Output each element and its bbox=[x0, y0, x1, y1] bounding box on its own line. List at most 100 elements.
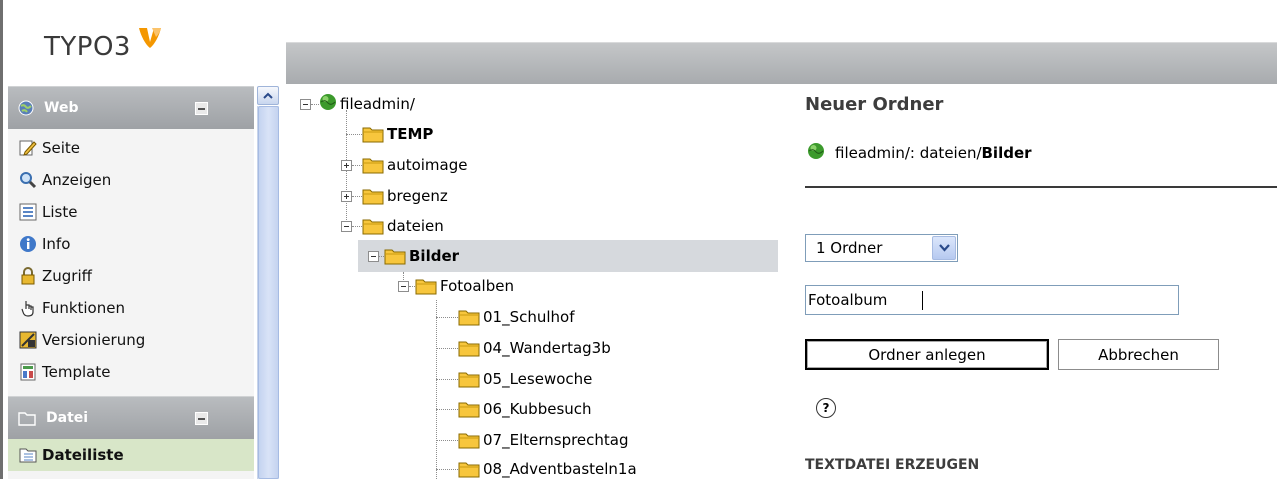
folder-icon bbox=[362, 125, 384, 143]
tree-node-01-schulhof[interactable]: 01_Schulhof bbox=[436, 301, 575, 333]
module-group-datei[interactable]: Datei bbox=[8, 396, 254, 439]
module-item-anzeigen[interactable]: Anzeigen bbox=[8, 164, 254, 196]
tree-connector bbox=[352, 164, 362, 166]
path-current-folder: Bilder bbox=[981, 144, 1032, 162]
list-icon bbox=[18, 202, 38, 222]
green-globe-icon bbox=[807, 142, 825, 164]
web-module-items: Seite Anzeigen Liste Info Zugriff Funkti… bbox=[8, 129, 254, 396]
folder-icon bbox=[362, 156, 384, 174]
chevron-down-icon bbox=[938, 244, 950, 252]
versioning-icon bbox=[18, 330, 38, 350]
folder-icon bbox=[458, 400, 480, 418]
module-item-seite[interactable]: Seite bbox=[8, 132, 254, 164]
content-header-bar bbox=[286, 42, 1277, 84]
folder-icon bbox=[458, 308, 480, 326]
tree-node-label: autoimage bbox=[387, 156, 468, 174]
tree-node-label: 07_Elternsprechtag bbox=[483, 431, 629, 449]
globe-icon bbox=[18, 100, 34, 116]
page-title: Neuer Ordner bbox=[805, 94, 944, 115]
module-item-funktionen[interactable]: Funktionen bbox=[8, 292, 254, 324]
module-item-label: Dateiliste bbox=[42, 446, 124, 464]
new-folder-panel: Neuer Ordner fileadmin/: dateien/Bilder … bbox=[805, 86, 1277, 479]
tree-node-08-adventbasteln1a[interactable]: 08_Adventbasteln1a bbox=[436, 453, 637, 479]
chevron-up-icon bbox=[263, 92, 273, 99]
module-item-label: Template bbox=[42, 363, 111, 381]
create-folder-button[interactable]: Ordner anlegen bbox=[805, 339, 1049, 370]
tree-node-07-elternsprechtag[interactable]: 07_Elternsprechtag bbox=[436, 424, 629, 456]
template-icon bbox=[18, 362, 38, 382]
path-prefix: fileadmin/: dateien/ bbox=[835, 144, 982, 162]
module-menu: Web Seite Anzeigen Liste Info Zugriff Fu… bbox=[8, 86, 254, 479]
folder-icon bbox=[362, 187, 384, 205]
tree-node-bregenz[interactable]: bregenz bbox=[341, 180, 448, 212]
tree-node-04-wandertag3b[interactable]: 04_Wandertag3b bbox=[436, 332, 611, 364]
collapse-datei-button[interactable] bbox=[195, 412, 208, 425]
tree-node-label: 04_Wandertag3b bbox=[483, 339, 611, 357]
tree-node-label: 05_Lesewoche bbox=[483, 370, 593, 388]
tree-node-label: dateien bbox=[387, 217, 444, 235]
folder-count-value: 1 Ordner bbox=[816, 239, 883, 257]
module-item-label: Seite bbox=[42, 139, 81, 157]
tree-node-06-kubbesuch[interactable]: 06_Kubbesuch bbox=[436, 393, 592, 425]
folder-icon bbox=[458, 370, 480, 388]
navigation-scrollbar-thumb[interactable] bbox=[258, 106, 279, 479]
collapse-toggle[interactable] bbox=[300, 98, 311, 110]
module-item-versionierung[interactable]: Versionierung bbox=[8, 324, 254, 356]
tree-node-fotoalben[interactable]: Fotoalben bbox=[398, 270, 514, 302]
folder-icon bbox=[384, 247, 406, 265]
tree-node-label: 06_Kubbesuch bbox=[483, 400, 592, 418]
cancel-button[interactable]: Abbrechen bbox=[1058, 339, 1219, 370]
tree-node-05-lesewoche[interactable]: 05_Lesewoche bbox=[436, 363, 592, 395]
module-item-info[interactable]: Info bbox=[8, 228, 254, 260]
info-icon bbox=[18, 234, 38, 254]
collapse-web-button[interactable] bbox=[195, 102, 208, 115]
tree-connector bbox=[436, 316, 458, 318]
typo3-mark-icon bbox=[137, 26, 163, 54]
tree-connector bbox=[352, 225, 362, 227]
hand-pointer-icon bbox=[18, 298, 38, 318]
tree-root[interactable]: fileadmin/ bbox=[300, 88, 415, 120]
expand-toggle[interactable] bbox=[341, 190, 352, 202]
module-item-label: Versionierung bbox=[42, 331, 146, 349]
module-group-label: Web bbox=[44, 100, 79, 116]
module-item-label: Info bbox=[42, 235, 71, 253]
module-group-web[interactable]: Web bbox=[8, 86, 254, 129]
help-icon[interactable]: ? bbox=[816, 398, 836, 418]
tree-node-label: 01_Schulhof bbox=[483, 308, 575, 326]
tree-node-autoimage[interactable]: autoimage bbox=[341, 149, 467, 181]
text-cursor bbox=[922, 291, 923, 310]
tree-node-label: bregenz bbox=[387, 187, 448, 205]
folder-icon bbox=[458, 460, 480, 478]
tree-node-label: Bilder bbox=[409, 247, 460, 265]
dropdown-button[interactable] bbox=[932, 236, 956, 260]
collapse-toggle[interactable] bbox=[368, 250, 379, 262]
tree-node-label: TEMP bbox=[387, 125, 434, 143]
tree-connector bbox=[436, 378, 458, 380]
folder-icon bbox=[458, 431, 480, 449]
module-item-zugriff[interactable]: Zugriff bbox=[8, 260, 254, 292]
current-path: fileadmin/: dateien/Bilder bbox=[807, 142, 1032, 164]
tree-node-bilder[interactable]: Bilder bbox=[358, 240, 778, 272]
magnifier-icon bbox=[18, 170, 38, 190]
module-item-liste[interactable]: Liste bbox=[8, 196, 254, 228]
collapse-toggle[interactable] bbox=[398, 280, 409, 292]
lock-icon bbox=[18, 266, 38, 286]
folder-tree: fileadmin/ TEMP autoimage bregenz dateie… bbox=[290, 86, 780, 479]
tree-connector bbox=[436, 439, 458, 441]
scroll-up-button[interactable] bbox=[257, 86, 279, 105]
collapse-toggle[interactable] bbox=[341, 220, 352, 232]
module-item-dateiliste[interactable]: Dateiliste bbox=[8, 439, 254, 471]
folder-count-select[interactable]: 1 Ordner bbox=[805, 234, 958, 262]
tree-node-dateien[interactable]: dateien bbox=[341, 210, 444, 242]
window-left-edge bbox=[0, 0, 3, 479]
module-item-template[interactable]: Template bbox=[8, 356, 254, 388]
folder-name-input[interactable] bbox=[805, 285, 1179, 315]
page-edit-icon bbox=[18, 138, 38, 158]
tree-connector bbox=[352, 195, 362, 197]
green-globe-icon bbox=[319, 93, 337, 115]
tree-node-temp[interactable]: TEMP bbox=[346, 118, 433, 150]
expand-toggle[interactable] bbox=[341, 159, 352, 171]
section-divider bbox=[805, 186, 1277, 188]
tree-connector bbox=[311, 103, 319, 105]
module-group-label: Datei bbox=[46, 410, 89, 426]
